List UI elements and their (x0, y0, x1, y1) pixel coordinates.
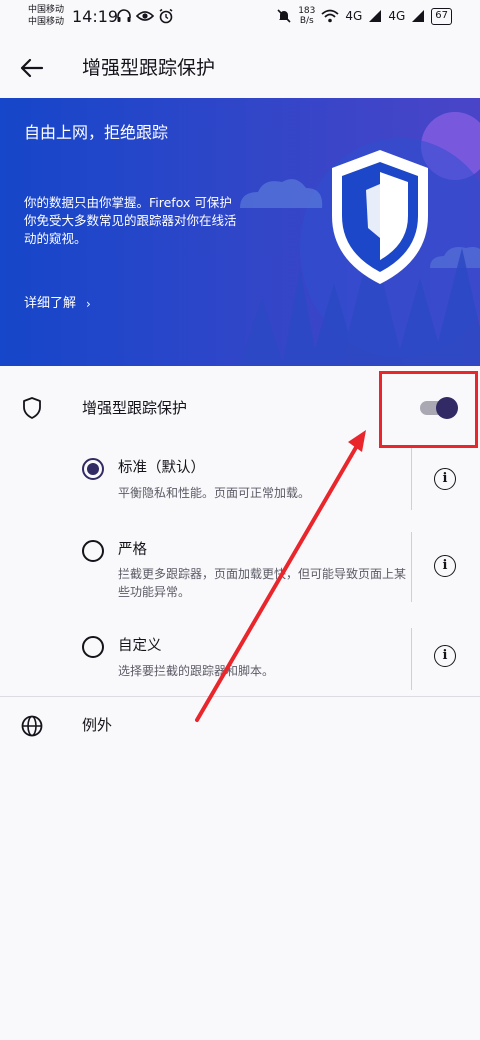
signal-2-label: 4G (388, 9, 406, 23)
learn-more-link[interactable]: 详细了解 › (24, 294, 91, 314)
info-icon[interactable]: i (434, 468, 456, 490)
net-speed-value: 183 (298, 6, 316, 16)
radio-custom[interactable] (82, 636, 104, 658)
vertical-divider (411, 448, 412, 510)
status-right-icons: 183 B/s 4G 4G 67 (276, 6, 452, 26)
highlight-box (379, 371, 478, 448)
shield-icon (23, 397, 41, 419)
radio-standard[interactable] (82, 458, 104, 480)
info-banner: 自由上网，拒绝跟踪 你的数据只由你掌握。Firefox 可保护你免受大多数常见的… (0, 98, 480, 366)
banner-description: 你的数据只由你掌握。Firefox 可保护你免受大多数常见的跟踪器对你在线活动的… (24, 195, 237, 246)
headphones-icon (117, 9, 131, 22)
exceptions-row[interactable]: 例外 (0, 697, 480, 755)
option-strict[interactable]: 严格 拦截更多跟踪器，页面加载更快，但可能导致页面上某些功能异常。 i (0, 530, 480, 610)
page-title: 增强型跟踪保护 (82, 57, 216, 79)
top-app-bar: 增强型跟踪保护 (0, 38, 480, 98)
status-time: 14:19 (72, 7, 119, 26)
option-custom-description: 选择要拦截的跟踪器和脚本。 (118, 664, 275, 678)
status-left-icons (116, 8, 174, 24)
back-button[interactable] (16, 52, 48, 84)
etp-toggle-label: 增强型跟踪保护 (82, 399, 188, 417)
alarm-icon (159, 8, 173, 24)
chevron-right-icon: › (86, 297, 91, 311)
signal-1-label: 4G (345, 9, 363, 23)
signal-1-icon (369, 10, 382, 22)
carrier-2: 中国移动 (28, 17, 65, 27)
option-custom[interactable]: 自定义 选择要拦截的跟踪器和脚本。 i (0, 624, 480, 692)
carrier-labels: 中国移动 中国移动 (28, 4, 64, 28)
mute-bell-icon (277, 9, 291, 23)
option-standard-description: 平衡隐私和性能。页面可正常加载。 (118, 486, 311, 500)
info-icon[interactable]: i (434, 555, 456, 577)
net-speed: 183 B/s (298, 6, 315, 26)
option-standard-title: 标准（默认） (118, 460, 205, 476)
signal-2-icon (412, 10, 425, 22)
wifi-icon (321, 9, 339, 23)
info-icon[interactable]: i (434, 645, 456, 667)
battery-icon: 67 (431, 7, 452, 25)
globe-icon (21, 715, 43, 737)
exceptions-label: 例外 (82, 716, 113, 734)
net-speed-unit: B/s (299, 16, 314, 26)
status-bar: 中国移动 中国移动 14:19 183 B/s 4G 4G 67 (0, 0, 480, 38)
option-strict-title: 严格 (118, 542, 147, 558)
eye-icon (136, 11, 154, 21)
option-custom-title: 自定义 (118, 638, 162, 654)
carrier-1: 中国移动 (28, 5, 65, 15)
vertical-divider (411, 532, 412, 602)
learn-more-label: 详细了解 (24, 296, 77, 311)
vertical-divider (411, 628, 412, 690)
radio-strict[interactable] (82, 540, 104, 562)
option-standard[interactable]: 标准（默认） 平衡隐私和性能。页面可正常加载。 i (0, 448, 480, 526)
arrow-left-icon (20, 58, 44, 78)
banner-title: 自由上网，拒绝跟踪 (24, 123, 169, 142)
option-strict-description: 拦截更多跟踪器，页面加载更快，但可能导致页面上某些功能异常。 (118, 567, 407, 599)
